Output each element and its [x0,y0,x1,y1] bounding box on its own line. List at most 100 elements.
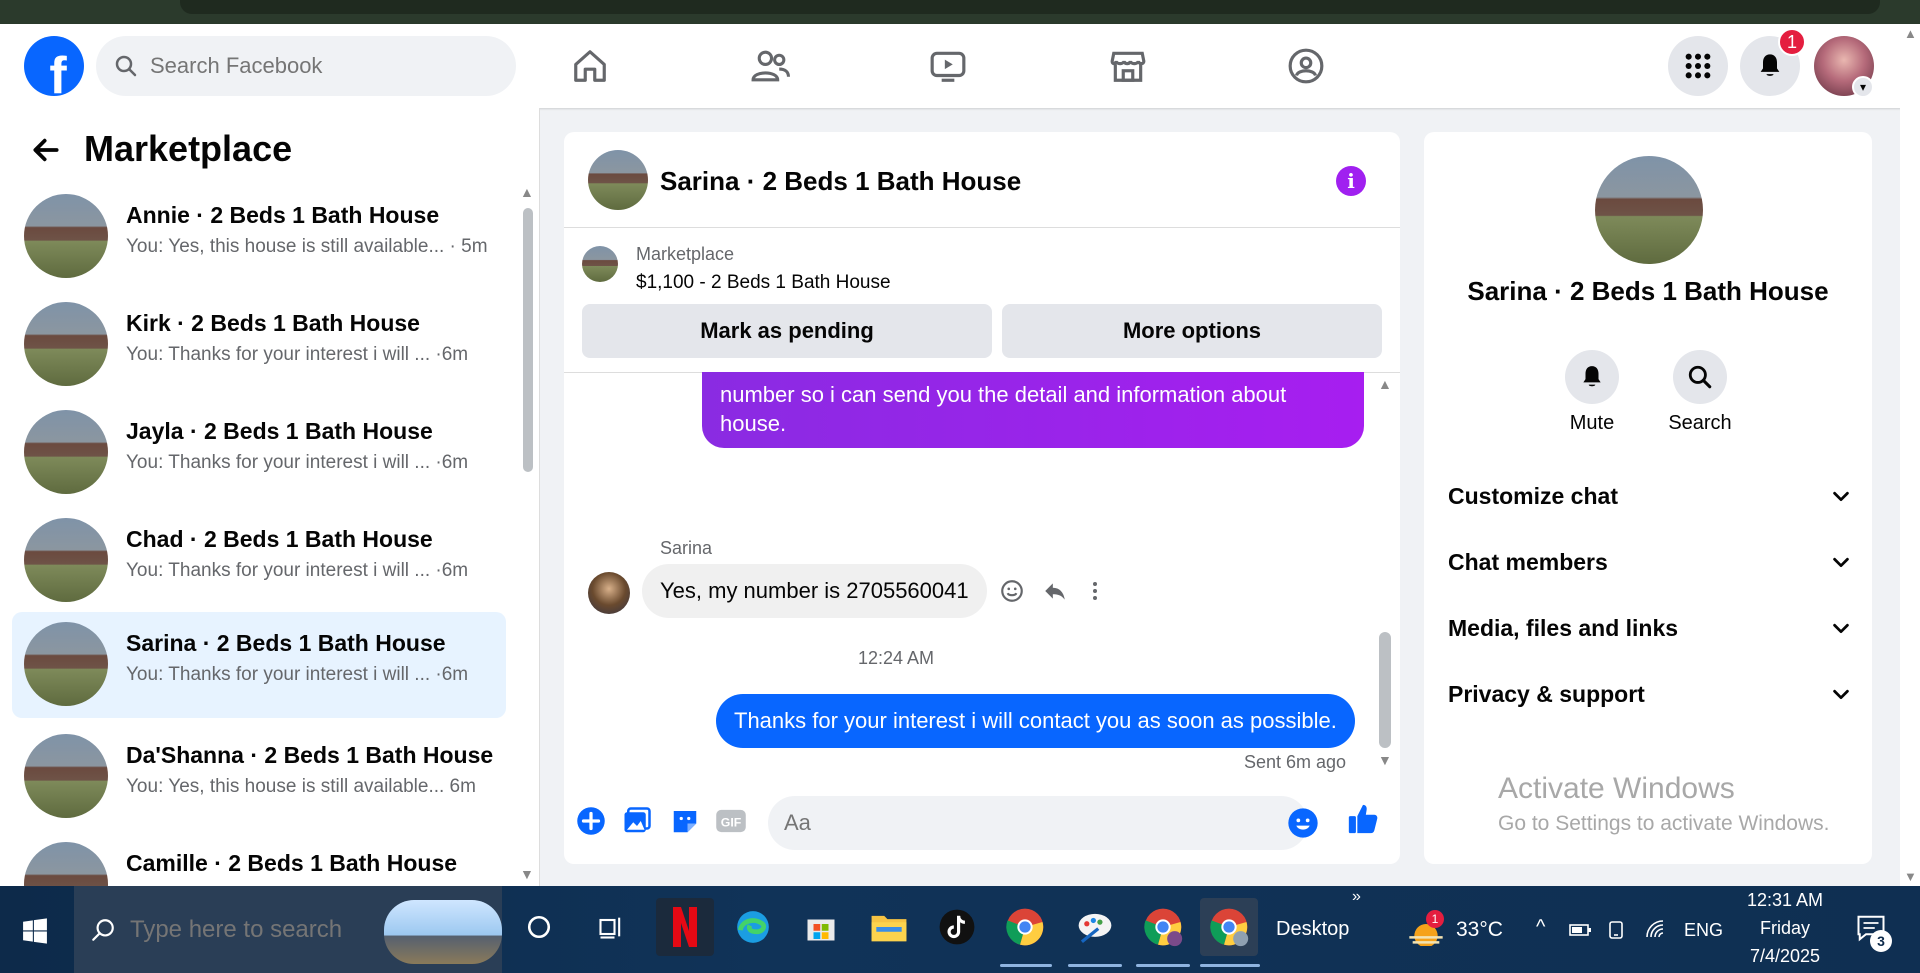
groups-icon[interactable] [1286,46,1326,86]
media-files-links-row[interactable]: Media, files and links [1448,608,1852,648]
conversation-item[interactable]: Da'Shanna · 2 Beds 1 Bath House You: Yes… [12,724,506,830]
search-in-conversation-button[interactable] [1673,350,1727,404]
marketplace-icon[interactable] [1108,46,1148,86]
chrome-profile-icon[interactable] [1134,898,1192,956]
listing-thumbnail [24,194,108,278]
clock-time[interactable]: 12:31 AM [1740,890,1830,911]
wifi-icon[interactable] [1644,918,1670,947]
listing-price[interactable]: $1,100 - 2 Beds 1 Bath House [636,272,891,294]
menu-grid-button[interactable] [1668,36,1728,96]
account-chevron-down-icon[interactable]: ▾ [1852,76,1874,98]
windows-start-icon[interactable] [22,918,48,944]
conversation-item[interactable]: Chad · 2 Beds 1 Bath House You: Thanks f… [12,508,506,614]
file-explorer-icon[interactable] [860,898,918,956]
conversation-item[interactable]: Annie · 2 Beds 1 Bath House You: Yes, th… [12,184,506,290]
listing-thumbnail [24,842,108,886]
sidebar-scroll-up-arrow[interactable]: ▲ [520,184,534,200]
sent-message-bubble[interactable]: Thanks for your interest i will contact … [716,694,1355,748]
search-facebook-input[interactable] [150,53,470,79]
conversation-name: Jayla · 2 Beds 1 Bath House [126,418,433,444]
tiktok-app-icon[interactable] [928,898,986,956]
search-facebook-box[interactable] [96,36,516,96]
chat-members-label: Chat members [1448,548,1608,575]
search-highlight-image[interactable] [384,900,502,964]
page-scrollbar[interactable]: ▲ ▼ [1900,24,1920,886]
chevron-down-icon [1833,557,1849,568]
photo-gallery-icon[interactable] [620,804,654,838]
cortana-circle-icon[interactable] [510,898,568,956]
chat-avatar[interactable] [588,150,648,210]
mark-as-pending-button[interactable]: Mark as pending [582,304,992,358]
sidebar-scroll-down-arrow[interactable]: ▼ [520,866,534,882]
conversation-item[interactable]: Jayla · 2 Beds 1 Bath House You: Thanks … [12,400,506,506]
show-hidden-icons-chevron-icon[interactable]: ^ [1536,916,1545,939]
info-avatar[interactable] [1595,156,1703,264]
desktop-toolbar-label[interactable]: Desktop [1276,918,1349,941]
taskbar-search-input[interactable] [130,915,390,944]
privacy-support-row[interactable]: Privacy & support [1448,674,1852,714]
sticker-icon[interactable] [668,804,702,838]
more-options-button[interactable]: More options [1002,304,1382,358]
chrome-active-window-icon[interactable] [1200,898,1258,956]
listing-thumbnail [24,302,108,386]
toolbar-expand-chevrons-icon[interactable]: » [1352,888,1361,906]
language-indicator[interactable]: ENG [1684,920,1723,941]
sent-status: Sent 6m ago [1244,752,1347,772]
react-emoji-icon[interactable] [997,576,1027,606]
chat-scrollbar-thumb[interactable] [1379,632,1391,748]
battery-icon[interactable] [1568,918,1594,947]
chat-scroll-down-arrow[interactable]: ▼ [1378,752,1392,768]
chrome-running-indicator [1000,964,1052,967]
home-icon[interactable] [570,46,610,86]
listing-thumbnail [24,410,108,494]
browser-top-strip [0,0,1920,24]
conversation-preview: You: Yes, this house is still available.… [126,776,476,797]
clock-date[interactable]: 7/4/2025 [1740,946,1830,967]
microsoft-store-icon[interactable] [792,898,850,956]
bell-icon [1583,366,1601,387]
privacy-support-label: Privacy & support [1448,680,1645,707]
marketplace-title: Marketplace [84,128,293,169]
watch-video-icon[interactable] [928,46,968,86]
netflix-app-icon[interactable] [656,898,714,956]
conversation-item[interactable]: Kirk · 2 Beds 1 Bath House You: Thanks f… [12,292,506,398]
facebook-logo-icon[interactable]: f [24,36,84,96]
conversation-item[interactable]: Camille · 2 Beds 1 Bath House [12,832,506,886]
clock-day[interactable]: Friday [1740,918,1830,939]
conversation-item-selected[interactable]: Sarina · 2 Beds 1 Bath House You: Thanks… [12,612,506,718]
received-message-bubble[interactable]: Yes, my number is 2705560041 [642,564,987,618]
chat-panel: Sarina · 2 Beds 1 Bath House i Marketpla… [564,132,1400,864]
sender-avatar[interactable] [588,572,630,614]
chrome-browser-icon[interactable] [996,898,1054,956]
listing-thumbnail [24,518,108,602]
mute-button[interactable] [1565,350,1619,404]
reply-icon[interactable] [1040,576,1070,606]
task-view-icon[interactable] [582,898,640,956]
temperature-readout[interactable]: 33°C [1456,918,1503,942]
conversation-info-panel: Sarina · 2 Beds 1 Bath House Mute Search… [1424,132,1872,864]
sent-message-bubble[interactable]: number so i can send you the detail and … [702,372,1364,448]
message-input[interactable] [768,796,1308,850]
info-icon[interactable]: i [1336,166,1366,196]
listing-thumbnail[interactable] [582,246,618,282]
chat-members-row[interactable]: Chat members [1448,542,1852,582]
edge-browser-icon[interactable] [724,898,782,956]
device-icon[interactable] [1604,918,1628,947]
info-name: Sarina · 2 Beds 1 Bath House [1467,276,1829,306]
back-arrow-icon[interactable] [30,134,62,175]
conversation-preview: You: Thanks for your interest i will ...… [126,452,469,473]
emoji-icon[interactable] [1286,806,1320,840]
sidebar-scrollbar-thumb[interactable] [523,208,533,472]
gif-icon[interactable]: GIF [714,804,748,838]
more-vertical-icon[interactable] [1080,576,1110,606]
search-icon [1688,365,1712,389]
customize-chat-row[interactable]: Customize chat [1448,476,1852,516]
chat-scroll-up-arrow[interactable]: ▲ [1378,376,1392,392]
conversation-name: Sarina · 2 Beds 1 Bath House [126,630,446,656]
like-thumbs-up-icon[interactable] [1346,802,1380,836]
paint-app-icon[interactable] [1066,898,1124,956]
friends-icon[interactable] [750,46,790,86]
grid-icon [1685,53,1711,79]
chat-title[interactable]: Sarina · 2 Beds 1 Bath House [660,166,1021,197]
add-plus-icon[interactable] [574,804,608,838]
